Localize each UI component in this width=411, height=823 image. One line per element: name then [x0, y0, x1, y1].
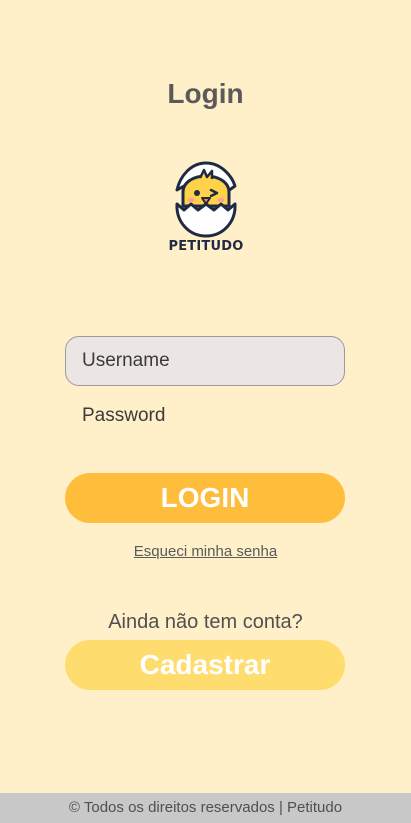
footer-text: © Todos os direitos reservados | Petitud… [68, 799, 343, 816]
page-title: Login [167, 78, 244, 109]
footer: © Todos os direitos reservados | Petitud… [0, 793, 411, 823]
no-account-text: Ainda não tem conta? [108, 611, 303, 633]
app-logo: PETITUDO [166, 160, 246, 262]
login-button[interactable]: LOGIN [65, 473, 345, 523]
logo-text: PETITUDO [168, 239, 244, 254]
forgot-password-link[interactable]: Esqueci minha senha [0, 543, 411, 560]
register-button[interactable]: Cadastrar [65, 640, 345, 690]
password-input[interactable] [65, 392, 345, 440]
chick-in-egg-icon [175, 161, 237, 238]
username-input[interactable] [65, 336, 345, 386]
